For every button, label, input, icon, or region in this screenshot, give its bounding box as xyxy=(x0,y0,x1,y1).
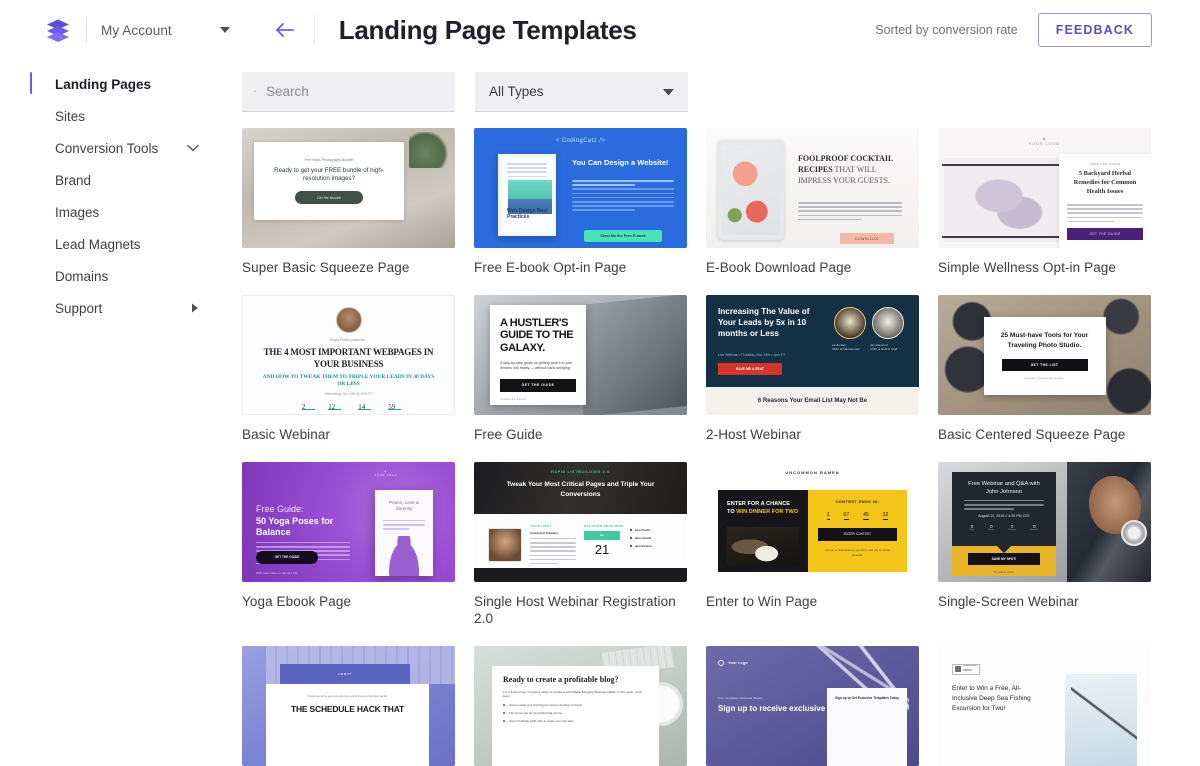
layers-stack-icon xyxy=(47,19,69,42)
template-card[interactable]: Roger Rubin presents... THE 4 MOST IMPOR… xyxy=(242,294,455,444)
template-grid: Free Stock Photography Bundle! Ready to … xyxy=(225,112,1200,766)
sidebar-item-label: Support xyxy=(55,300,103,316)
search-input[interactable] xyxy=(266,84,443,99)
template-thumbnail[interactable]: Increasing The Value of Your Leads by 5x… xyxy=(706,294,919,415)
template-thumbnail[interactable]: Enter to Win a Free, All-Inclusive Deep … xyxy=(938,645,1151,766)
template-card[interactable]: ABOUT It was genuine and you are the wor… xyxy=(242,645,455,766)
top-bar-right: Sorted by conversion rate FEEDBACK xyxy=(875,13,1152,47)
template-card[interactable]: ◈ YOUR YOGA Free Guide: 50 Yoga Poses for… xyxy=(242,461,455,628)
sidebar-item-brand[interactable]: Brand xyxy=(0,164,225,196)
template-thumbnail[interactable]: A HUSTLER'S GUIDE TO THE GALAXY. A step-… xyxy=(474,294,687,415)
template-thumbnail[interactable]: RAPID LISTBUILDING 2.0 Tweak Your Most C… xyxy=(474,461,687,582)
sidebar-item-domains[interactable]: Domains xyxy=(0,260,225,292)
sidebar-nav: Landing Pages Sites Conversion Tools Brand I… xyxy=(0,68,225,324)
template-card[interactable]: Free Stock Photography Bundle! Ready to … xyxy=(242,128,455,277)
chevron-down-icon[interactable] xyxy=(187,144,199,152)
arrow-left-icon xyxy=(275,23,294,37)
template-card[interactable]: ◈ YOUR LOGO FREE PDF GUIDE 5 Backyard Her… xyxy=(938,128,1151,277)
account-label[interactable]: My Account xyxy=(101,23,172,38)
template-card[interactable]: 25 Must-have Tools for Your Traveling Ph… xyxy=(938,294,1151,444)
template-title: 2-Host Webinar xyxy=(706,426,801,442)
app-logo[interactable] xyxy=(36,18,80,42)
sort-status: Sorted by conversion rate xyxy=(875,23,1018,37)
template-thumbnail[interactable]: Ready to create a profitable blog? For a… xyxy=(474,645,687,766)
back-button[interactable] xyxy=(272,17,298,43)
template-card[interactable]: Enter to Win a Free, All-Inclusive Deep … xyxy=(938,645,1151,766)
template-card[interactable]: UNCOMMON RAMEN ENTER FOR A CHANCE TO WIN… xyxy=(706,461,919,628)
template-thumbnail[interactable]: 25 Must-have Tools for Your Traveling Ph… xyxy=(938,294,1151,415)
divider xyxy=(313,15,315,45)
search-box[interactable] xyxy=(242,72,455,112)
sidebar-item-images[interactable]: Images xyxy=(0,196,225,228)
main-content: All Types Free Stock Photography Bundle!… xyxy=(225,60,1200,766)
template-card[interactable]: RAPID LISTBUILDING 2.0 Tweak Your Most C… xyxy=(474,461,687,628)
divider xyxy=(86,17,87,43)
template-title: Yoga Ebook Page xyxy=(242,593,352,609)
template-thumbnail[interactable]: Free Stock Photography Bundle! Ready to … xyxy=(242,128,455,248)
template-thumbnail[interactable]: UNCOMMON RAMEN ENTER FOR A CHANCE TO WIN… xyxy=(706,461,919,582)
sidebar-item-label: Landing Pages xyxy=(55,76,152,92)
template-title: Free E-book Opt-in Page xyxy=(474,260,627,275)
caret-down-icon[interactable] xyxy=(219,27,230,33)
template-thumbnail[interactable]: < CodingCatz /> Web Design Best Practice… xyxy=(474,128,687,248)
caret-down-icon xyxy=(663,83,674,101)
sidebar-item-label: Conversion Tools xyxy=(55,140,159,156)
page-title: Landing Page Templates xyxy=(338,14,637,45)
sidebar-item-label: Domains xyxy=(55,268,109,284)
template-title: Single Host Webinar Registration 2.0 xyxy=(474,593,676,626)
template-thumbnail[interactable]: ◈ YOUR LOGO FREE PDF GUIDE 5 Backyard Her… xyxy=(938,128,1151,248)
template-title: Basic Webinar xyxy=(242,426,331,442)
template-card[interactable]: Free Webinar and Q&A with John Johnson A… xyxy=(938,461,1151,628)
template-thumbnail[interactable]: Your Logo Free Templates Delivered Weekl… xyxy=(706,645,919,766)
type-filter-select[interactable]: All Types xyxy=(475,72,688,112)
sidebar-item-label: Lead Magnets xyxy=(55,236,141,252)
sidebar-item-conversion-tools[interactable]: Conversion Tools xyxy=(0,132,225,164)
template-card[interactable]: Increasing The Value of Your Leads by 5x… xyxy=(706,294,919,444)
sidebar-item-lead-magnets[interactable]: Lead Magnets xyxy=(0,228,225,260)
filter-bar: All Types xyxy=(225,60,1200,112)
template-title: Simple Wellness Opt-in Page xyxy=(938,260,1117,275)
sidebar-item-landing-pages[interactable]: Landing Pages xyxy=(0,68,225,100)
template-title: Enter to Win Page xyxy=(706,593,818,609)
template-thumbnail[interactable]: ◈ YOUR YOGA Free Guide: 50 Yoga Poses for… xyxy=(242,461,455,582)
template-title: Basic Centered Squeeze Page xyxy=(938,426,1126,442)
sidebar-item-label: Brand xyxy=(55,172,92,188)
search-icon xyxy=(254,90,256,93)
template-card[interactable]: FOOLPROOF COCKTAIL RECIPES THAT WILL IMP… xyxy=(706,128,919,277)
template-card[interactable]: A HUSTLER'S GUIDE TO THE GALAXY. A step-… xyxy=(474,294,687,444)
template-title: Single-Screen Webinar xyxy=(938,593,1079,609)
template-card[interactable]: Ready to create a profitable blog? For a… xyxy=(474,645,687,766)
type-filter-value: All Types xyxy=(489,84,544,99)
template-card[interactable]: < CodingCatz /> Web Design Best Practice… xyxy=(474,128,687,277)
template-thumbnail[interactable]: ABOUT It was genuine and you are the wor… xyxy=(242,645,455,766)
template-thumbnail[interactable]: Free Webinar and Q&A with John Johnson A… xyxy=(938,461,1151,582)
top-bar: My Account Landing Page Templates Sorted… xyxy=(0,0,1200,60)
sidebar-item-support[interactable]: Support xyxy=(0,292,225,324)
template-title: E-Book Download Page xyxy=(706,260,852,275)
template-thumbnail[interactable]: Roger Rubin presents... THE 4 MOST IMPOR… xyxy=(242,294,455,415)
template-title: Super Basic Squeeze Page xyxy=(242,260,410,275)
chevron-right-icon[interactable] xyxy=(191,303,199,313)
sidebar-item-label: Sites xyxy=(55,108,86,124)
template-title: Free Guide xyxy=(474,426,543,442)
sidebar-item-sites[interactable]: Sites xyxy=(0,100,225,132)
active-indicator xyxy=(30,72,32,94)
template-thumbnail[interactable]: FOOLPROOF COCKTAIL RECIPES THAT WILL IMP… xyxy=(706,128,919,248)
template-card[interactable]: Your Logo Free Templates Delivered Weekl… xyxy=(706,645,919,766)
sidebar-item-label: Images xyxy=(55,204,100,220)
feedback-button[interactable]: FEEDBACK xyxy=(1037,13,1152,47)
